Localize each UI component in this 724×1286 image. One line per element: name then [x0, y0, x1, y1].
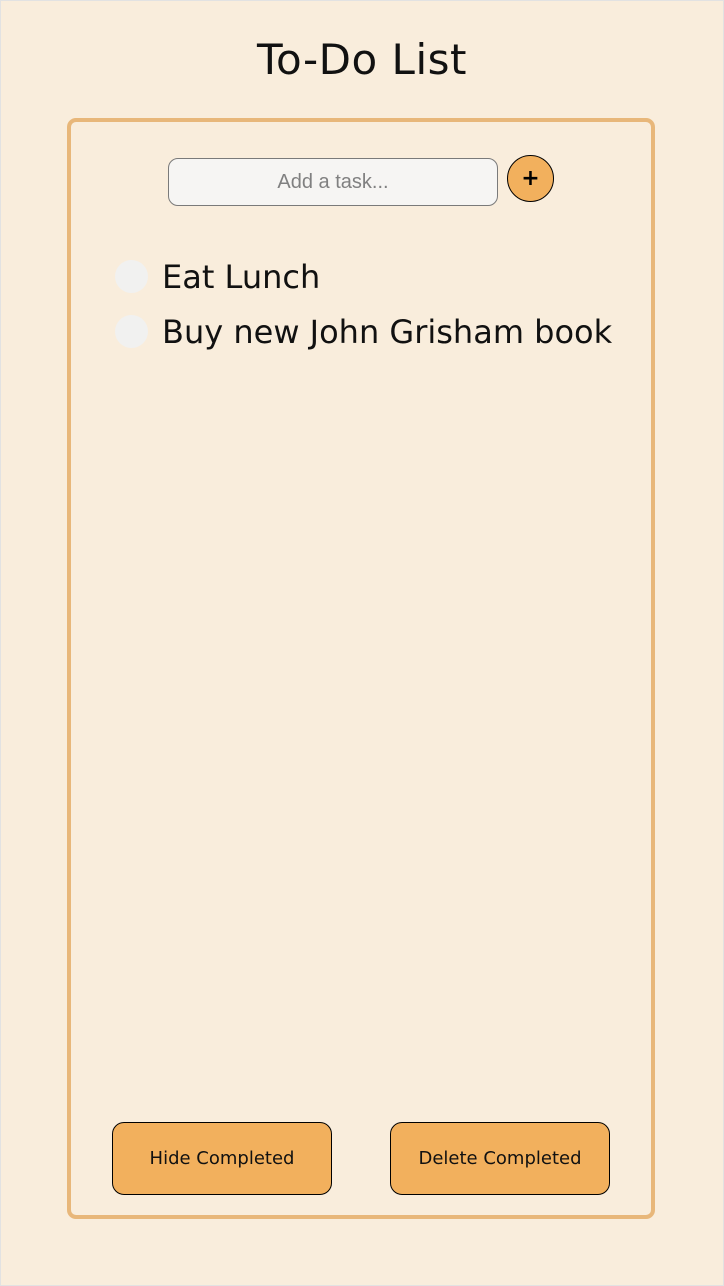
add-task-button[interactable]: +: [507, 155, 554, 202]
add-task-row: +: [71, 155, 651, 207]
plus-icon: +: [521, 166, 540, 191]
task-item[interactable]: Buy new John Grisham book: [115, 304, 612, 359]
task-list: Eat Lunch Buy new John Grisham book: [115, 249, 612, 359]
task-checkbox[interactable]: [115, 315, 148, 348]
task-checkbox[interactable]: [115, 260, 148, 293]
hide-completed-button[interactable]: Hide Completed: [112, 1122, 332, 1195]
task-label: Buy new John Grisham book: [162, 312, 613, 351]
task-label: Eat Lunch: [162, 257, 321, 296]
footer-actions: Hide Completed Delete Completed: [71, 1122, 651, 1195]
todo-card: + Eat Lunch Buy new John Grisham book Hi…: [67, 118, 655, 1219]
task-item[interactable]: Eat Lunch: [115, 249, 612, 304]
add-task-input[interactable]: [168, 158, 498, 206]
delete-completed-button[interactable]: Delete Completed: [390, 1122, 610, 1195]
page-title: To-Do List: [257, 35, 467, 84]
